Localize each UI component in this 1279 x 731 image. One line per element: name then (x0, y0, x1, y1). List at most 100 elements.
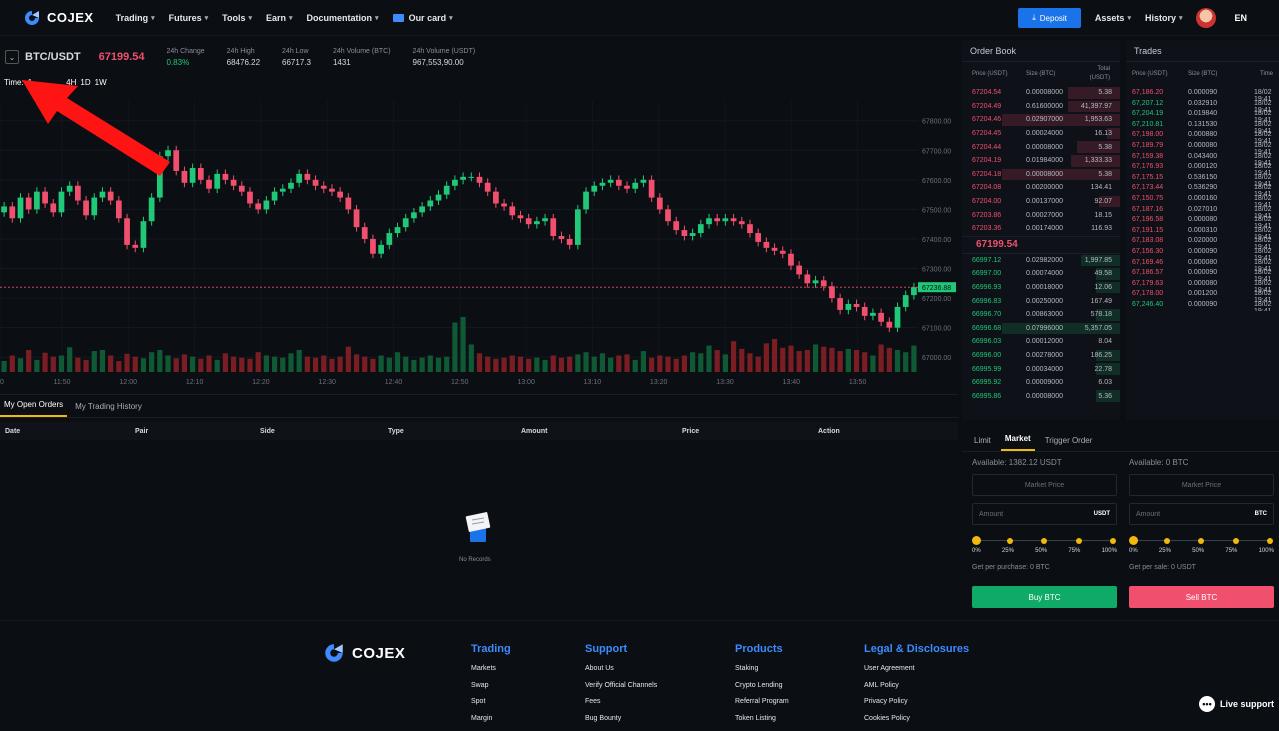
slider-step-25[interactable] (1164, 538, 1170, 544)
sell-amount-input[interactable]: AmountBTC (1129, 503, 1274, 525)
candle-body (83, 201, 89, 216)
orderbook-row[interactable]: 67204.450.0002400016.13 (962, 127, 1120, 141)
orderbook-row[interactable]: 66997.120.029820001,997.85 (962, 254, 1120, 268)
slider-step-50[interactable] (1198, 538, 1204, 544)
orderbook-row[interactable]: 66996.830.00250000167.49 (962, 294, 1120, 308)
footer-link[interactable]: Swap (471, 682, 511, 699)
orderbook-row[interactable]: 66996.930.0001800012.06 (962, 281, 1120, 295)
tab-limit[interactable]: Limit (970, 436, 995, 451)
orderbook-row[interactable]: 66997.000.0007400049.58 (962, 267, 1120, 281)
nav-assets[interactable]: Assets▾ (1095, 13, 1131, 23)
footer-link[interactable]: Token Listing (735, 715, 789, 731)
orderbook-row[interactable]: 66995.990.0003400022.78 (962, 362, 1120, 376)
sell-percent-slider[interactable] (1129, 537, 1274, 545)
slider-step-50[interactable] (1041, 538, 1047, 544)
ob-size: 0.00012000 (1026, 338, 1063, 345)
nav-earn[interactable]: Earn▾ (266, 13, 293, 23)
orderbook-row[interactable]: 66996.000.00278000186.25 (962, 349, 1120, 363)
sell-button[interactable]: Sell BTC (1129, 586, 1274, 608)
footer-link[interactable]: Fees (585, 698, 657, 715)
orderbook-row[interactable]: 67204.440.000080005.38 (962, 140, 1120, 154)
nav-history[interactable]: History▾ (1145, 13, 1183, 23)
ob-col-price: Price (USDT) (972, 71, 1008, 77)
orderbook-row[interactable]: 67204.080.00200000134.41 (962, 181, 1120, 195)
ob-price: 66996.83 (972, 298, 1001, 305)
trade-size: 0.000160 (1188, 195, 1217, 202)
orderbook-row[interactable]: 66995.860.000080005.36 (962, 389, 1120, 403)
orderbook-row[interactable]: 66996.700.00863000578.18 (962, 308, 1120, 322)
buy-amount-input[interactable]: AmountUSDT (972, 503, 1117, 525)
buy-percent-slider[interactable] (972, 537, 1117, 545)
ob-total: 1,333.33 (1085, 157, 1112, 164)
orderbook-row[interactable]: 67203.860.0002700018.15 (962, 208, 1120, 222)
tab-trigger-order[interactable]: Trigger Order (1041, 436, 1097, 451)
orderbook-row[interactable]: 66995.920.000090006.03 (962, 376, 1120, 390)
tab-market[interactable]: Market (1001, 434, 1035, 451)
trade-size: 0.000080 (1188, 259, 1217, 266)
orderbook-row[interactable]: 67204.000.0013700092.07 (962, 195, 1120, 209)
slider-handle[interactable] (972, 536, 981, 545)
orderbook-row[interactable]: 66996.680.079960005,357.05 (962, 322, 1120, 336)
buy-market-price-field[interactable]: Market Price (972, 474, 1117, 496)
avatar[interactable] (1196, 8, 1216, 28)
orderbook-row[interactable]: 67204.460.029070001,953.63 (962, 113, 1120, 127)
tab-trading-history[interactable]: My Trading History (71, 402, 146, 417)
footer-link[interactable]: Spot (471, 698, 511, 715)
buy-button[interactable]: Buy BTC (972, 586, 1117, 608)
language-selector[interactable]: EN (1234, 13, 1247, 23)
candle-body (747, 224, 753, 233)
chevron-down-icon: ▾ (1127, 14, 1131, 22)
footer-link[interactable]: Bug Bounty (585, 715, 657, 731)
sell-market-price-field[interactable]: Market Price (1129, 474, 1274, 496)
trade-size: 0.001200 (1188, 290, 1217, 297)
footer-link[interactable]: Referral Program (735, 698, 789, 715)
pct-label: 0% (1129, 548, 1138, 554)
nav-documentation[interactable]: Documentation▾ (307, 13, 379, 23)
empty-state-text: No Records (459, 557, 491, 563)
footer-logo[interactable]: COJEX (324, 643, 405, 663)
orderbook-row[interactable]: 67204.180.000080005.38 (962, 168, 1120, 182)
candle-body (641, 180, 647, 183)
footer-link[interactable]: AML Policy (864, 682, 969, 699)
orderbook-row[interactable]: 67203.360.00174000116.93 (962, 222, 1120, 236)
live-support-button[interactable]: ••• Live support (1199, 696, 1274, 712)
footer-link[interactable]: About Us (585, 665, 657, 682)
orderbook-row[interactable]: 67204.190.019840001,333.33 (962, 154, 1120, 168)
volume-bar (124, 354, 129, 372)
candle-body (772, 248, 778, 251)
orderbook-header: Price (USDT) Size (BTC) Total (USDT) (962, 62, 1120, 86)
slider-step-75[interactable] (1076, 538, 1082, 544)
trade-row: 67,204.190.01984018/02 19:41 (1126, 110, 1279, 121)
candle-body (845, 304, 851, 310)
ob-total: 1,997.85 (1085, 257, 1112, 264)
footer-link[interactable]: Margin (471, 715, 511, 731)
volume-bar (616, 356, 621, 373)
nav-our-card-label: Our card (409, 13, 447, 23)
slider-step-100[interactable] (1267, 538, 1273, 544)
candle-body (714, 218, 720, 221)
trade-row: 67,159.380.04340018/02 19:41 (1126, 153, 1279, 164)
nav-our-card[interactable]: Our card▾ (393, 13, 453, 23)
footer-link[interactable]: Staking (735, 665, 789, 682)
slider-step-75[interactable] (1233, 538, 1239, 544)
footer-link[interactable]: Markets (471, 665, 511, 682)
tab-open-orders[interactable]: My Open Orders (0, 400, 67, 417)
nav-tools[interactable]: Tools▾ (222, 13, 252, 23)
footer-link[interactable]: User Agreement (864, 665, 969, 682)
x-tick-label: 13:20 (650, 379, 668, 386)
slider-step-100[interactable] (1110, 538, 1116, 544)
slider-handle[interactable] (1129, 536, 1138, 545)
volume-bar (461, 317, 466, 372)
orderbook-row[interactable]: 66996.030.000120008.04 (962, 335, 1120, 349)
footer-link[interactable]: Cookies Policy (864, 715, 969, 731)
orderbook-row[interactable]: 67204.540.000080005.38 (962, 86, 1120, 100)
orderbook-row[interactable]: 67204.490.6160000041,397.97 (962, 100, 1120, 114)
candle-body (493, 192, 499, 204)
deposit-button[interactable]: ⤓Deposit (1018, 8, 1081, 28)
footer-link[interactable]: Privacy Policy (864, 698, 969, 715)
trade-size: 0.000080 (1188, 216, 1217, 223)
footer-link[interactable]: Verify Official Channels (585, 682, 657, 699)
footer-link[interactable]: Crypto Lending (735, 682, 789, 699)
slider-step-25[interactable] (1007, 538, 1013, 544)
x-tick-label: 13:40 (783, 379, 801, 386)
